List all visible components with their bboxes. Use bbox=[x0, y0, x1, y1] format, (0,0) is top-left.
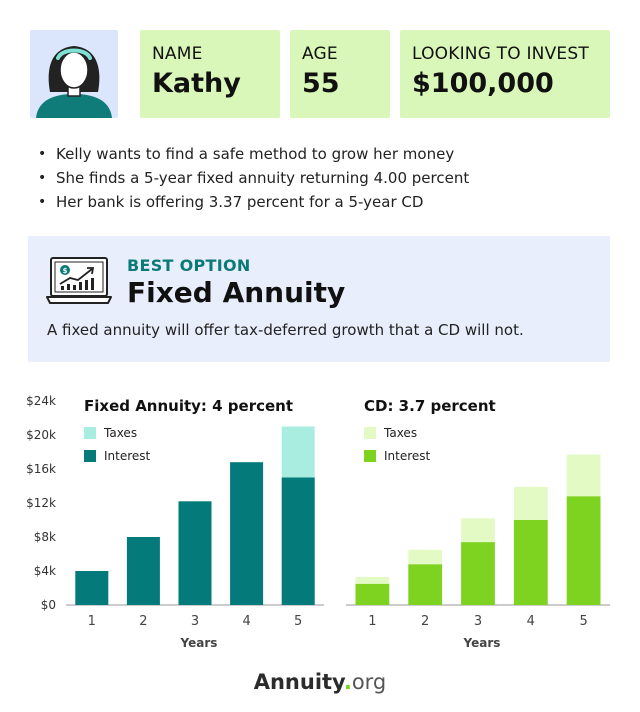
legend-label: Interest bbox=[104, 449, 151, 463]
x-tick-label: 4 bbox=[527, 614, 535, 629]
bar-taxes bbox=[281, 426, 315, 478]
name-card: NAME Kathy bbox=[140, 30, 280, 118]
chart-title: CD: 3.7 percent bbox=[364, 397, 496, 415]
bar-interest bbox=[126, 537, 160, 605]
best-option-title: Fixed Annuity bbox=[127, 276, 346, 309]
bar-interest bbox=[281, 477, 315, 605]
logo-suffix: org bbox=[351, 670, 387, 694]
bar-interest bbox=[408, 564, 443, 605]
bullet-item: She finds a 5-year fixed annuity returni… bbox=[38, 166, 469, 190]
bar-taxes bbox=[513, 486, 548, 520]
y-tick-label: $0 bbox=[41, 598, 56, 612]
invest-card: LOOKING TO INVEST $100,000 bbox=[400, 30, 610, 118]
age-card: AGE 55 bbox=[290, 30, 390, 118]
best-option-description: A fixed annuity will offer tax-deferred … bbox=[47, 321, 524, 339]
invest-value: $100,000 bbox=[412, 68, 554, 99]
x-tick-label: 5 bbox=[579, 614, 587, 629]
y-tick-label: $8k bbox=[34, 530, 56, 544]
bar-taxes bbox=[566, 454, 601, 497]
x-tick-label: 1 bbox=[88, 614, 96, 629]
age-value: 55 bbox=[302, 68, 340, 99]
logo-dot: . bbox=[343, 670, 352, 694]
bullet-list: Kelly wants to find a safe method to gro… bbox=[38, 142, 469, 214]
name-label: NAME bbox=[152, 44, 203, 64]
legend-swatch-interest bbox=[84, 450, 96, 462]
bullet-item: Kelly wants to find a safe method to gro… bbox=[38, 142, 469, 166]
legend-label: Taxes bbox=[383, 426, 417, 440]
annuity-logo: Annuity.org bbox=[0, 670, 640, 694]
legend-label: Taxes bbox=[103, 426, 137, 440]
y-tick-label: $12k bbox=[26, 496, 56, 510]
x-tick-label: 1 bbox=[368, 614, 376, 629]
charts-area: $0 $4k $8k $12k $16k $20k $24k 1 2 3 4 5 Years Fixed … bbox=[26, 394, 610, 650]
legend-swatch-taxes bbox=[364, 427, 376, 439]
x-tick-label: 3 bbox=[191, 614, 199, 629]
bar-interest bbox=[513, 520, 548, 605]
bar-taxes bbox=[355, 576, 390, 584]
bar-interest bbox=[355, 583, 390, 605]
bar-interest bbox=[461, 542, 495, 605]
chart-title: Fixed Annuity: 4 percent bbox=[84, 397, 293, 415]
x-tick-label: 2 bbox=[421, 614, 429, 629]
y-tick-label: $24k bbox=[26, 394, 56, 408]
laptop-chart-icon: $ bbox=[46, 256, 112, 310]
legend-swatch-taxes bbox=[84, 427, 96, 439]
bar-interest bbox=[178, 501, 212, 605]
y-tick-label: $4k bbox=[34, 564, 56, 578]
name-value: Kathy bbox=[152, 68, 241, 99]
age-label: AGE bbox=[302, 44, 338, 64]
y-tick-label: $16k bbox=[26, 462, 56, 476]
bullet-item: Her bank is offering 3.37 percent for a … bbox=[38, 190, 469, 214]
x-tick-label: 4 bbox=[242, 614, 250, 629]
bar-interest bbox=[566, 496, 601, 605]
x-tick-label: 5 bbox=[294, 614, 302, 629]
y-tick-label: $20k bbox=[26, 428, 56, 442]
x-axis-label: Years bbox=[463, 636, 501, 650]
x-axis-label: Years bbox=[180, 636, 218, 650]
x-tick-label: 2 bbox=[139, 614, 147, 629]
legend-label: Interest bbox=[384, 449, 431, 463]
avatar bbox=[30, 30, 118, 118]
bar-interest bbox=[75, 571, 109, 605]
svg-text:$: $ bbox=[63, 267, 68, 275]
legend-swatch-interest bbox=[364, 450, 376, 462]
logo-brand: Annuity bbox=[253, 670, 344, 694]
best-option-tag: BEST OPTION bbox=[127, 256, 251, 275]
invest-label: LOOKING TO INVEST bbox=[412, 44, 589, 64]
x-tick-label: 3 bbox=[474, 614, 482, 629]
bar-interest bbox=[230, 462, 264, 605]
bar-taxes bbox=[408, 549, 443, 565]
bar-taxes bbox=[461, 518, 495, 543]
person-icon bbox=[36, 46, 112, 118]
